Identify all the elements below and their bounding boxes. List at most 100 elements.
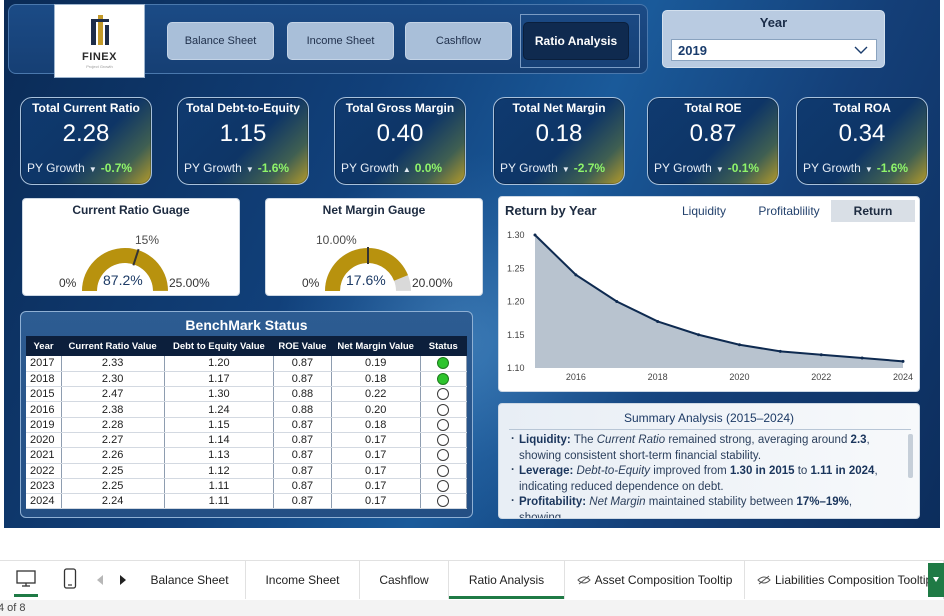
kpi-value: 0.18: [535, 120, 583, 147]
add-page-button[interactable]: [928, 563, 944, 597]
x-tick-label: 2020: [729, 372, 749, 382]
table-row: 2016 2.38 1.24 0.88 0.20: [26, 401, 468, 418]
data-point[interactable]: [615, 300, 619, 303]
table-cell: 1.24: [164, 401, 275, 418]
next-page-icon[interactable]: [119, 575, 127, 585]
x-tick-label: 2016: [566, 372, 586, 382]
summary-scrollbar[interactable]: [908, 434, 913, 478]
summary-strong: 17%–19%: [796, 496, 849, 508]
gauge-title: Net Margin Gauge: [322, 203, 426, 217]
kpi-growth-label: PY Growth: [803, 161, 861, 175]
table-cell: 0.22: [331, 386, 421, 403]
data-point[interactable]: [737, 343, 741, 347]
logo-brand: FINEX: [82, 51, 117, 63]
kpi-title: Total ROA: [833, 101, 891, 115]
kpi-growth: PY Growth ▼ -2.7%: [500, 161, 605, 175]
summary-strong: 1.30 in 2015: [729, 465, 795, 477]
kpi-growth: PY Growth ▼ -1.6%: [184, 161, 289, 175]
column-header[interactable]: ROE Value: [273, 336, 332, 356]
table-cell: 2.25: [61, 478, 165, 495]
year-dropdown-value: 2019: [678, 43, 707, 58]
year-dropdown[interactable]: 2019: [671, 39, 877, 61]
table-cell: 2.38: [61, 401, 165, 418]
page-tab-balance-sheet[interactable]: Balance Sheet: [134, 561, 246, 599]
page-tab-ratio-analysis[interactable]: Ratio Analysis: [449, 561, 565, 599]
table-cell: 0.87: [273, 463, 332, 479]
caret-down-icon: ▼: [864, 165, 873, 174]
kpi-growth-label: PY Growth: [500, 161, 558, 175]
page-tab-asset-composition-tooltip[interactable]: Asset Composition Tooltip: [565, 561, 745, 599]
data-point[interactable]: [574, 273, 578, 277]
kpi-title: Total Gross Margin: [345, 101, 455, 115]
data-point[interactable]: [901, 359, 905, 363]
column-header[interactable]: Current Ratio Value: [61, 336, 165, 356]
table-cell: 0.17: [331, 493, 421, 510]
status-indicator-icon: [437, 418, 450, 431]
x-tick-label: 2022: [811, 372, 831, 382]
column-header[interactable]: Status: [420, 336, 467, 356]
nav-cashflow-button[interactable]: Cashflow: [405, 22, 512, 60]
x-tick-label: 2024: [893, 372, 913, 382]
kpi-value: 2.28: [62, 120, 110, 147]
nav-balance-sheet-button[interactable]: Balance Sheet: [167, 22, 274, 60]
gauge-value-label: 17.6%: [346, 272, 386, 288]
chevron-down-icon: [854, 46, 868, 54]
status-cell: [420, 447, 468, 464]
summary-item-profitability: Profitability: Net Margin maintained sta…: [511, 494, 895, 518]
kpi-growth-label: PY Growth: [341, 161, 399, 175]
kpi-growth-value: 0.0%: [414, 161, 443, 175]
kpi-growth-value: -0.1%: [727, 161, 760, 175]
mobile-view-icon[interactable]: [63, 568, 77, 590]
data-point[interactable]: [860, 356, 864, 360]
page-tab-liabilities-composition-tooltip[interactable]: Liabilities Composition Tooltip: [745, 561, 944, 599]
kpi-value: 0.34: [838, 120, 886, 147]
table-cell: 2023: [26, 478, 62, 495]
table-cell: 0.17: [331, 478, 421, 495]
benchmark-header-row: Year Current Ratio Value Debt to Equity Va…: [26, 336, 467, 356]
column-header[interactable]: Net Margin Value: [331, 336, 421, 356]
data-point[interactable]: [819, 353, 823, 357]
tab-return[interactable]: Return: [831, 200, 915, 222]
data-point[interactable]: [533, 233, 537, 237]
kpi-title: Total Net Margin: [512, 101, 606, 115]
table-cell: 0.87: [273, 447, 332, 464]
table-cell: 0.87: [273, 432, 332, 449]
data-point[interactable]: [778, 349, 782, 353]
table-cell: 0.87: [273, 493, 332, 510]
kpi-card-net-margin: Total Net Margin 0.18 PY Growth ▼ -2.7%: [493, 97, 625, 185]
y-tick-label: 1.30: [507, 230, 525, 240]
benchmark-title: BenchMark Status: [185, 317, 308, 333]
desktop-view-icon[interactable]: [16, 570, 36, 588]
column-header[interactable]: Year: [26, 336, 62, 356]
x-tick-label: 2018: [648, 372, 668, 382]
table-cell: 1.13: [164, 447, 275, 464]
year-slicer-title: Year: [759, 15, 788, 30]
hidden-eye-icon: [576, 575, 591, 585]
table-row: 2020 2.27 1.14 0.87 0.17: [26, 432, 468, 449]
summary-em: Debt-to-Equity: [576, 465, 651, 477]
hidden-eye-icon: [757, 575, 771, 585]
page-tab-cashflow[interactable]: Cashflow: [360, 561, 449, 599]
table-cell: 1.14: [164, 432, 275, 449]
previous-page-icon[interactable]: [96, 575, 104, 585]
table-cell: 1.11: [164, 493, 275, 510]
nav-ratio-analysis-button[interactable]: Ratio Analysis: [523, 22, 629, 60]
table-row: 2017 2.33 1.20 0.87 0.19: [26, 356, 468, 372]
nav-income-sheet-button[interactable]: Income Sheet: [287, 22, 394, 60]
tab-liquidity[interactable]: Liquidity: [669, 200, 739, 222]
status-indicator-icon: [437, 464, 450, 477]
page-tab-income-sheet[interactable]: Income Sheet: [246, 561, 360, 599]
page-tab-bar: Balance Sheet Income Sheet Cashflow Rati…: [0, 560, 944, 599]
benchmark-body: 2017 2.33 1.20 0.87 0.19 2018 2.30 1.17 0.87 0.18…: [26, 356, 468, 510]
table-cell: 0.17: [331, 463, 421, 479]
kpi-growth-label: PY Growth: [184, 161, 242, 175]
column-header[interactable]: Debt to Equity Value: [164, 336, 274, 356]
return-by-year-chart: 1.30 1.25 1.20 1.15 1.10 2016 2018 2020 2022 2024…: [498, 196, 920, 392]
page-status-bar: 4 of 8: [0, 600, 944, 616]
data-point[interactable]: [656, 319, 660, 323]
tab-profitability[interactable]: Profitablility: [747, 200, 831, 222]
data-point[interactable]: [697, 333, 701, 337]
status-indicator-icon: [437, 357, 450, 370]
status-cell: [420, 371, 468, 388]
table-cell: 2.26: [61, 447, 165, 464]
